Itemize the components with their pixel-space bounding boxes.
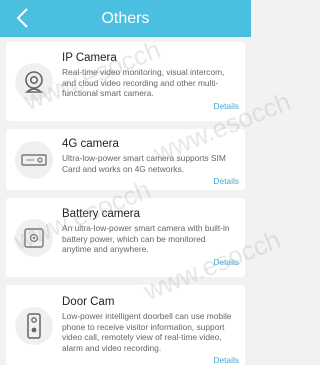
details-link[interactable]: Details bbox=[62, 176, 239, 186]
card-title: Battery camera bbox=[62, 208, 140, 220]
card-description: Ultra-low-power smart camera supports SI… bbox=[62, 153, 226, 174]
card-door-cam[interactable]: Door Cam Low-power intelligent doorbell … bbox=[6, 285, 245, 365]
battery-camera-icon bbox=[15, 218, 53, 257]
card-title: IP Camera bbox=[62, 52, 117, 64]
card-battery-camera[interactable]: Battery camera An ultra-low-power smart … bbox=[6, 198, 245, 277]
card-title: 4G camera bbox=[62, 138, 119, 150]
4g-camera-icon bbox=[15, 140, 53, 179]
app-header: Others bbox=[0, 0, 251, 37]
back-button[interactable] bbox=[8, 4, 36, 32]
card-ip-camera[interactable]: IP Camera Real-time video monitoring, vi… bbox=[6, 42, 245, 121]
ip-camera-icon bbox=[15, 62, 53, 101]
details-link[interactable]: Details bbox=[62, 355, 239, 365]
details-link[interactable]: Details bbox=[62, 257, 239, 267]
card-description: Real-time video monitoring, visual inter… bbox=[62, 67, 225, 98]
chevron-left-icon bbox=[16, 8, 28, 28]
card-description: Low-power intelligent doorbell can use m… bbox=[62, 311, 232, 353]
details-link[interactable]: Details bbox=[62, 101, 239, 111]
doorbell-icon bbox=[15, 306, 53, 345]
device-list: IP Camera Real-time video monitoring, vi… bbox=[0, 37, 251, 365]
card-title: Door Cam bbox=[62, 296, 115, 308]
card-4g-camera[interactable]: 4G camera Ultra-low-power smart camera s… bbox=[6, 129, 245, 190]
card-description: An ultra-low-power smart camera with bui… bbox=[62, 223, 230, 254]
page-title: Others bbox=[101, 9, 150, 27]
